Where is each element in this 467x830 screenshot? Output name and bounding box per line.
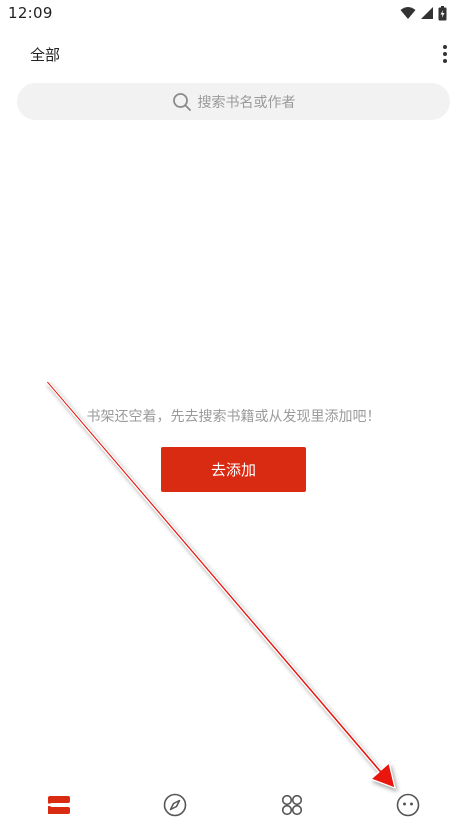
nav-item-profile[interactable] — [393, 790, 423, 820]
wifi-icon — [400, 7, 416, 19]
top-app-bar: 全部 — [0, 32, 467, 76]
more-dot — [443, 45, 447, 49]
signal-icon — [421, 7, 433, 19]
search-placeholder: 搜索书名或作者 — [197, 94, 296, 111]
more-dot — [443, 52, 447, 56]
category-icon — [281, 794, 303, 816]
status-time: 12:09 — [8, 4, 53, 22]
nav-item-discover[interactable] — [160, 790, 190, 820]
battery-icon — [438, 5, 447, 20]
group-title[interactable]: 全部 — [30, 44, 60, 65]
more-dot — [443, 59, 447, 63]
empty-state-message: 书架还空着，先去搜索书籍或从发现里添加吧！ — [86, 409, 381, 425]
more-vertical-icon[interactable] — [437, 40, 453, 68]
nav-item-category[interactable] — [277, 790, 307, 820]
nav-item-bookshelf[interactable] — [44, 790, 74, 820]
status-bar: 12:09 — [0, 0, 467, 28]
status-icons — [400, 4, 447, 22]
search-input[interactable]: 搜索书名或作者 — [17, 83, 450, 120]
bookshelf-screen: 12:09 全部 搜索书名或作者 书架还空着，先去搜索书籍或从发现里添加吧！ 去… — [0, 0, 467, 830]
add-books-button[interactable]: 去添加 — [161, 447, 306, 492]
compass-icon — [163, 793, 187, 817]
bottom-navigation — [0, 780, 467, 828]
profile-icon — [396, 793, 420, 817]
bookshelf-icon — [48, 796, 70, 814]
search-icon — [172, 92, 191, 111]
